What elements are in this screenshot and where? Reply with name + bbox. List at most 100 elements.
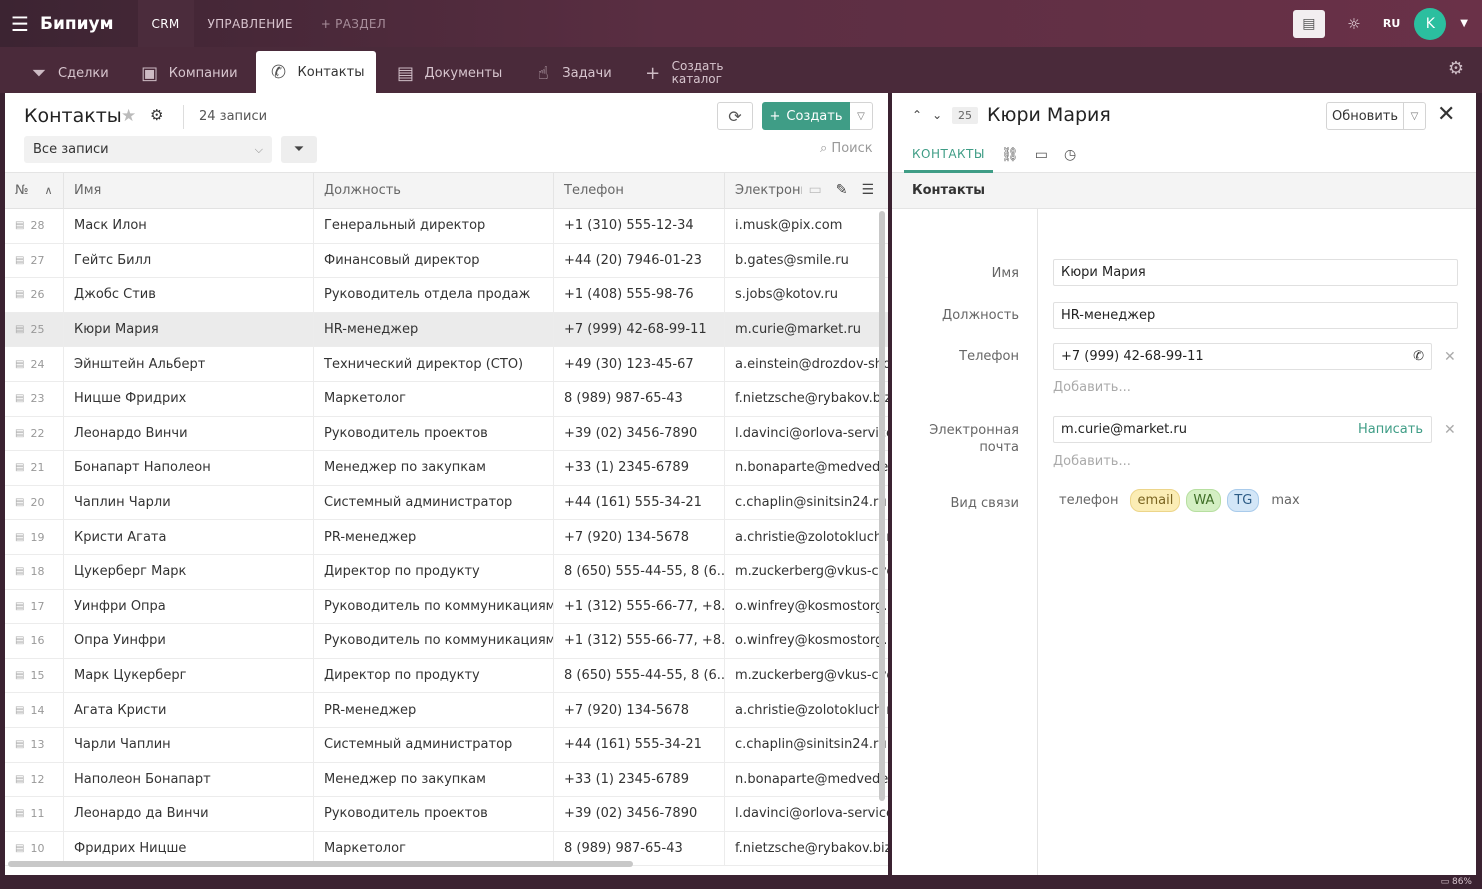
row-phone[interactable]: +7 (920) 134-5678	[554, 693, 725, 727]
row-name[interactable]: Марк Цукерберг	[64, 658, 314, 693]
gear-icon[interactable]: ⚙	[1448, 58, 1464, 79]
table-row[interactable]: ▤ 28 Маск Илон Генеральный директор +1 (310)…	[5, 209, 888, 244]
write-email-link[interactable]: Написать	[1358, 422, 1423, 437]
table-row[interactable]: ▤ 23 Ницше Фридрих Маркетолог 8 (989) 987-65…	[5, 381, 888, 417]
row-email[interactable]: i.musk@pix.com	[725, 209, 888, 243]
chevron-up-icon[interactable]: ⌃	[912, 108, 922, 122]
row-phone[interactable]: +44 (20) 7946-01-23	[554, 243, 725, 278]
chip-phone[interactable]: телефон	[1053, 490, 1124, 511]
row-name[interactable]: Маск Илон	[64, 209, 314, 243]
row-phone[interactable]: +39 (02) 3456-7890	[554, 797, 725, 831]
row-name[interactable]: Опра Уинфри	[64, 624, 314, 658]
topnav-add-section[interactable]: + РАЗДЕЛ	[307, 0, 400, 47]
tab-contacts-section[interactable]: КОНТАКТЫ	[904, 137, 993, 173]
row-phone[interactable]: +33 (1) 2345-6789	[554, 762, 725, 797]
table-row[interactable]: ▤ 13 Чарли Чаплин Системный администратор +4…	[5, 727, 888, 763]
position-field[interactable]: HR-менеджер	[1053, 302, 1458, 329]
lightbulb-icon[interactable]: ☼	[1339, 15, 1369, 33]
menu-icon[interactable]: ☰	[0, 0, 40, 47]
tab-companies[interactable]: ▣ Компании	[127, 53, 250, 93]
list-settings-icon[interactable]: ☰	[861, 182, 874, 198]
create-dropdown-button[interactable]: ▽	[850, 102, 873, 130]
chip-max[interactable]: max	[1265, 490, 1305, 511]
tab-documents[interactable]: ▤ Документы	[382, 53, 514, 93]
row-email[interactable]: c.chaplin@sinitsin24.ru	[725, 486, 888, 520]
column-number[interactable]: № ∧	[5, 172, 64, 209]
gear-icon[interactable]: ⚙	[150, 106, 163, 124]
row-name[interactable]: Джобс Стив	[64, 278, 314, 312]
row-email[interactable]: f.nietzsche@rybakov.biz	[725, 382, 888, 416]
remove-phone-icon[interactable]: ✕	[1444, 349, 1456, 365]
email-field[interactable]: m.curie@market.ru Написать	[1053, 416, 1432, 443]
row-name[interactable]: Уинфри Опра	[64, 589, 314, 624]
vertical-scrollbar[interactable]	[879, 211, 885, 801]
table-row[interactable]: ▤ 20 Чаплин Чарли Системный администратор +4…	[5, 485, 888, 521]
row-name[interactable]: Ницше Фридрих	[64, 381, 314, 416]
row-name[interactable]: Бонапарт Наполеон	[64, 451, 314, 485]
row-phone[interactable]: 8 (989) 987-65-43	[554, 381, 725, 416]
row-phone[interactable]: +49 (30) 123-45-67	[554, 347, 725, 381]
table-row[interactable]: ▤ 17 Уинфри Опра Руководитель по коммуникац…	[5, 589, 888, 625]
row-email[interactable]: m.zuckerberg@vkus-cve	[725, 659, 888, 693]
chevron-down-icon[interactable]: ⌄	[932, 108, 942, 122]
row-email[interactable]: n.bonaparte@medvedev	[725, 451, 888, 485]
column-position[interactable]: Должность	[314, 172, 554, 209]
table-row[interactable]: ▤ 26 Джобс Стив Руководитель отдела продаж +…	[5, 278, 888, 313]
row-name[interactable]: Эйнштейн Альберт	[64, 347, 314, 381]
table-row[interactable]: ▤ 24 Эйнштейн Альберт Технический директор …	[5, 347, 888, 382]
phone-field[interactable]: +7 (999) 42-68-99-11 ✆	[1053, 343, 1432, 370]
edit-icon[interactable]: ✎	[836, 182, 848, 198]
row-phone[interactable]: 8 (650) 555-44-55, 8 (6...	[554, 554, 725, 589]
row-phone[interactable]: +33 (1) 2345-6789	[554, 451, 725, 485]
remove-email-icon[interactable]: ✕	[1444, 422, 1456, 438]
refresh-button[interactable]: ⟳	[717, 102, 753, 130]
close-icon[interactable]: ✕	[1437, 102, 1455, 127]
row-email[interactable]: n.bonaparte@medvedev	[725, 763, 888, 797]
table-row[interactable]: ▤ 25 Кюри Мария HR-менеджер +7 (999) 42-68-9…	[5, 312, 888, 348]
row-email[interactable]: m.zuckerberg@vkus-cve	[725, 555, 888, 589]
add-email-link[interactable]: Добавить...	[1053, 454, 1131, 469]
column-phone[interactable]: Телефон	[554, 172, 725, 209]
row-name[interactable]: Наполеон Бонапарт	[64, 762, 314, 797]
filter-select[interactable]: Все записи ⌵	[24, 136, 272, 163]
column-name[interactable]: Имя	[64, 172, 314, 209]
table-row[interactable]: ▤ 19 Кристи Агата PR-менеджер +7 (920) 134-5…	[5, 520, 888, 555]
table-row[interactable]: ▤ 12 Наполеон Бонапарт Менеджер по закупкам…	[5, 762, 888, 798]
chip-email[interactable]: email	[1130, 489, 1181, 512]
row-name[interactable]: Гейтс Билл	[64, 243, 314, 278]
table-row[interactable]: ▤ 16 Опра Уинфри Руководитель по коммуникац…	[5, 624, 888, 659]
tab-deals[interactable]: ⏷ Сделки	[16, 53, 121, 93]
row-email[interactable]: o.winfrey@kosmostorg.r	[725, 624, 888, 658]
row-email[interactable]: m.curie@market.ru	[725, 313, 888, 347]
avatar[interactable]: K	[1414, 7, 1447, 40]
row-email[interactable]: c.chaplin@sinitsin24.ru	[725, 728, 888, 762]
update-dropdown-button[interactable]: ▽	[1404, 102, 1426, 130]
row-email[interactable]: o.winfrey@kosmostorg.r	[725, 590, 888, 624]
app-logo[interactable]: Бипиум	[40, 14, 114, 34]
tab-create-catalog[interactable]: + Создать каталог	[630, 53, 736, 93]
row-email[interactable]: a.einstein@drozdov-shop	[725, 347, 888, 381]
row-name[interactable]: Кристи Агата	[64, 520, 314, 554]
row-name[interactable]: Леонардо да Винчи	[64, 797, 314, 831]
topnav-crm[interactable]: CRM	[137, 0, 194, 47]
row-name[interactable]: Цукерберг Марк	[64, 554, 314, 589]
language-switch[interactable]: RU	[1383, 17, 1400, 30]
row-email[interactable]: f.nietzsche@rybakov.biz	[725, 832, 888, 866]
tab-contacts[interactable]: ✆ Контакты	[255, 51, 377, 93]
row-email[interactable]: s.jobs@kotov.ru	[725, 278, 888, 312]
row-phone[interactable]: +7 (999) 42-68-99-11	[554, 312, 725, 347]
row-email[interactable]: l.davinci@orlova-service.	[725, 417, 888, 451]
row-phone[interactable]: +1 (312) 555-66-77, +8...	[554, 624, 725, 658]
comment-icon[interactable]: ▭	[808, 182, 821, 198]
row-phone[interactable]: +44 (161) 555-34-21	[554, 485, 725, 520]
chip-wa[interactable]: WA	[1186, 489, 1222, 512]
table-row[interactable]: ▤ 18 Цукерберг Марк Директор по продукту 8 (…	[5, 554, 888, 590]
table-row[interactable]: ▤ 21 Бонапарт Наполеон Менеджер по закупкам…	[5, 451, 888, 486]
caret-down-icon[interactable]: ▼	[1460, 18, 1468, 29]
row-email[interactable]: a.christie@zolotokluch.ru	[725, 693, 888, 727]
table-row[interactable]: ▤ 27 Гейтс Билл Финансовый директор +44 (20)…	[5, 243, 888, 279]
tab-tasks[interactable]: ☝ Задачи	[520, 53, 623, 93]
row-phone[interactable]: +39 (02) 3456-7890	[554, 416, 725, 451]
history-icon[interactable]: ◷	[1056, 137, 1084, 173]
search-input[interactable]: ⌕ Поиск	[820, 141, 873, 156]
